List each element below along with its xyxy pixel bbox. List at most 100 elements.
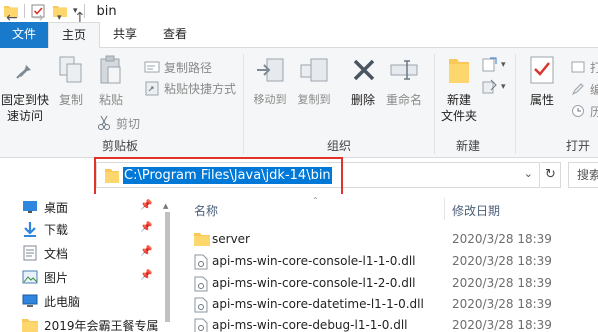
new-group-label: 新建 (455, 139, 480, 153)
ribbon: 固定到快 速访问 复制 粘贴 复制路径 粘贴快捷方式 剪切 剪贴板 移动到 复制… (0, 48, 598, 158)
file-date: 2020/3/28 18:39 (452, 276, 552, 290)
nav-item-documents[interactable]: 文档 📌 (0, 242, 160, 264)
edit-label: 编 (590, 82, 598, 97)
nav-item-label: 2019年会霸王餐专属 (44, 319, 159, 332)
paste-button[interactable]: 粘贴 (94, 54, 128, 108)
back-arrow-icon[interactable]: ← (6, 10, 18, 26)
open-button[interactable]: 打 (570, 58, 598, 76)
pictures-icon (22, 269, 38, 285)
paste-shortcut-button[interactable]: 粘贴快捷方式 (144, 79, 236, 97)
file-date: 2020/3/28 18:39 (452, 232, 552, 246)
file-date: 2020/3/28 18:39 (452, 318, 552, 332)
address-bar[interactable]: C:\Program Files\Java\jdk-14\bin ⌄ (96, 162, 540, 188)
edit-icon (570, 81, 586, 97)
properties-icon (526, 54, 558, 86)
column-separator[interactable] (444, 198, 445, 220)
clipboard-group: 固定到快 速访问 复制 粘贴 复制路径 粘贴快捷方式 剪切 剪贴板 (0, 48, 240, 158)
paste-shortcut-label: 粘贴快捷方式 (164, 81, 237, 96)
delete-icon (348, 54, 380, 86)
chevron-down-icon[interactable]: ⌄ (524, 167, 533, 180)
address-path[interactable]: C:\Program Files\Java\jdk-14\bin (123, 167, 332, 184)
table-row[interactable]: api-ms-win-core-debug-l1-1-0.dll 2020/3/… (190, 314, 598, 332)
table-row[interactable]: api-ms-win-core-datetime-l1-1-0.dll 2020… (190, 293, 598, 315)
nav-item-pictures[interactable]: 图片 📌 (0, 266, 160, 288)
move-to-label: 移动到 (253, 93, 287, 106)
nav-item-desktop[interactable]: 桌面 📌 (0, 196, 160, 218)
refresh-icon[interactable]: ↻ (541, 162, 561, 188)
pin-to-quick-access-button[interactable]: 固定到快 速访问 (0, 54, 50, 124)
column-header-date[interactable]: 修改日期 (452, 202, 500, 219)
nav-item-label: 下载 (44, 223, 69, 237)
new-folder-button[interactable]: 新建 文件夹 (437, 54, 481, 124)
easy-access-icon (481, 79, 497, 95)
file-date: 2020/3/28 18:39 (452, 254, 552, 268)
nav-scrollbar-thumb[interactable] (165, 212, 170, 322)
column-header-name[interactable]: 名称 (194, 202, 218, 219)
organize-group: 移动到 复制到 删除 重命名 组织 (244, 48, 434, 158)
nav-item-this-pc[interactable]: 此电脑 (0, 290, 160, 312)
documents-icon (22, 245, 38, 261)
folder-icon (194, 232, 210, 248)
move-to-button[interactable]: 移动到 (250, 54, 290, 108)
paste-shortcut-icon (144, 80, 160, 96)
copy-path-label: 复制路径 (164, 60, 213, 75)
forward-arrow-icon[interactable]: → (32, 10, 44, 26)
new-item-button[interactable]: ▾ (481, 56, 506, 74)
new-folder-label-line1: 新建 (446, 93, 471, 107)
open-icon (570, 59, 586, 75)
copy-button[interactable]: 复制 (54, 54, 88, 108)
sort-caret-icon: ⌃ (312, 196, 319, 205)
separator (24, 4, 25, 18)
dll-file-icon (194, 254, 208, 270)
folder-icon (22, 317, 38, 332)
rename-button[interactable]: 重命名 (384, 54, 424, 108)
ribbon-tabs: 文件 主页 共享 查看 (0, 22, 598, 49)
properties-button[interactable]: 属性 (522, 54, 562, 108)
nav-item-downloads[interactable]: 下载 📌 (0, 218, 160, 240)
title-bar: ▾ bin (0, 0, 598, 22)
paste-icon (95, 54, 127, 86)
dll-file-icon (194, 297, 208, 313)
file-date: 2020/3/28 18:39 (452, 297, 552, 311)
nav-item-label: 文档 (44, 247, 69, 261)
dll-file-icon (194, 276, 208, 292)
pin-icon (9, 54, 41, 86)
table-row[interactable]: api-ms-win-core-console-l1-1-0.dll 2020/… (190, 250, 598, 272)
pin-icon[interactable]: 📌 (140, 200, 152, 211)
history-label: 历 (590, 104, 598, 119)
easy-access-button[interactable]: ▾ (481, 78, 506, 96)
copy-to-button[interactable]: 复制到 (294, 54, 334, 108)
copy-path-button[interactable]: 复制路径 (144, 58, 212, 76)
cut-button[interactable]: 剪切 (96, 114, 140, 132)
delete-button[interactable]: 删除 (348, 54, 378, 108)
chevron-down-icon[interactable]: ▾ (57, 13, 62, 23)
pin-icon[interactable]: 📌 (140, 222, 152, 233)
nav-item-folder[interactable]: 2019年会霸王餐专属 (0, 314, 160, 332)
pin-icon[interactable]: 📌 (140, 270, 152, 281)
nav-item-label: 桌面 (44, 201, 69, 215)
move-to-icon (254, 54, 286, 86)
scroll-up-icon[interactable]: ▲ (163, 202, 168, 210)
properties-label: 属性 (529, 93, 554, 107)
tab-view[interactable]: 查看 (150, 22, 200, 48)
tab-home[interactable]: 主页 (48, 22, 101, 49)
tab-share[interactable]: 共享 (100, 22, 150, 48)
clipboard-group-label: 剪贴板 (101, 139, 138, 153)
copy-to-label: 复制到 (297, 93, 331, 106)
new-folder-label-line2: 文件夹 (440, 109, 477, 123)
table-row[interactable]: api-ms-win-core-console-l1-2-0.dll 2020/… (190, 272, 598, 294)
rename-icon (388, 54, 420, 86)
dll-file-icon (194, 318, 208, 332)
cut-label: 剪切 (116, 116, 141, 131)
open-label: 打 (590, 60, 598, 75)
up-arrow-icon[interactable]: ↑ (74, 10, 86, 26)
edit-button[interactable]: 编 (570, 80, 598, 98)
search-input[interactable]: 搜索 (568, 162, 598, 188)
paste-label: 粘贴 (98, 93, 123, 107)
history-button[interactable]: 历 (570, 102, 598, 120)
pin-label-line2: 速访问 (6, 109, 43, 123)
pin-icon[interactable]: 📌 (140, 246, 152, 257)
organize-group-label: 组织 (326, 139, 351, 153)
table-row[interactable]: server 2020/3/28 18:39 (190, 228, 598, 250)
new-folder-icon (443, 54, 475, 86)
